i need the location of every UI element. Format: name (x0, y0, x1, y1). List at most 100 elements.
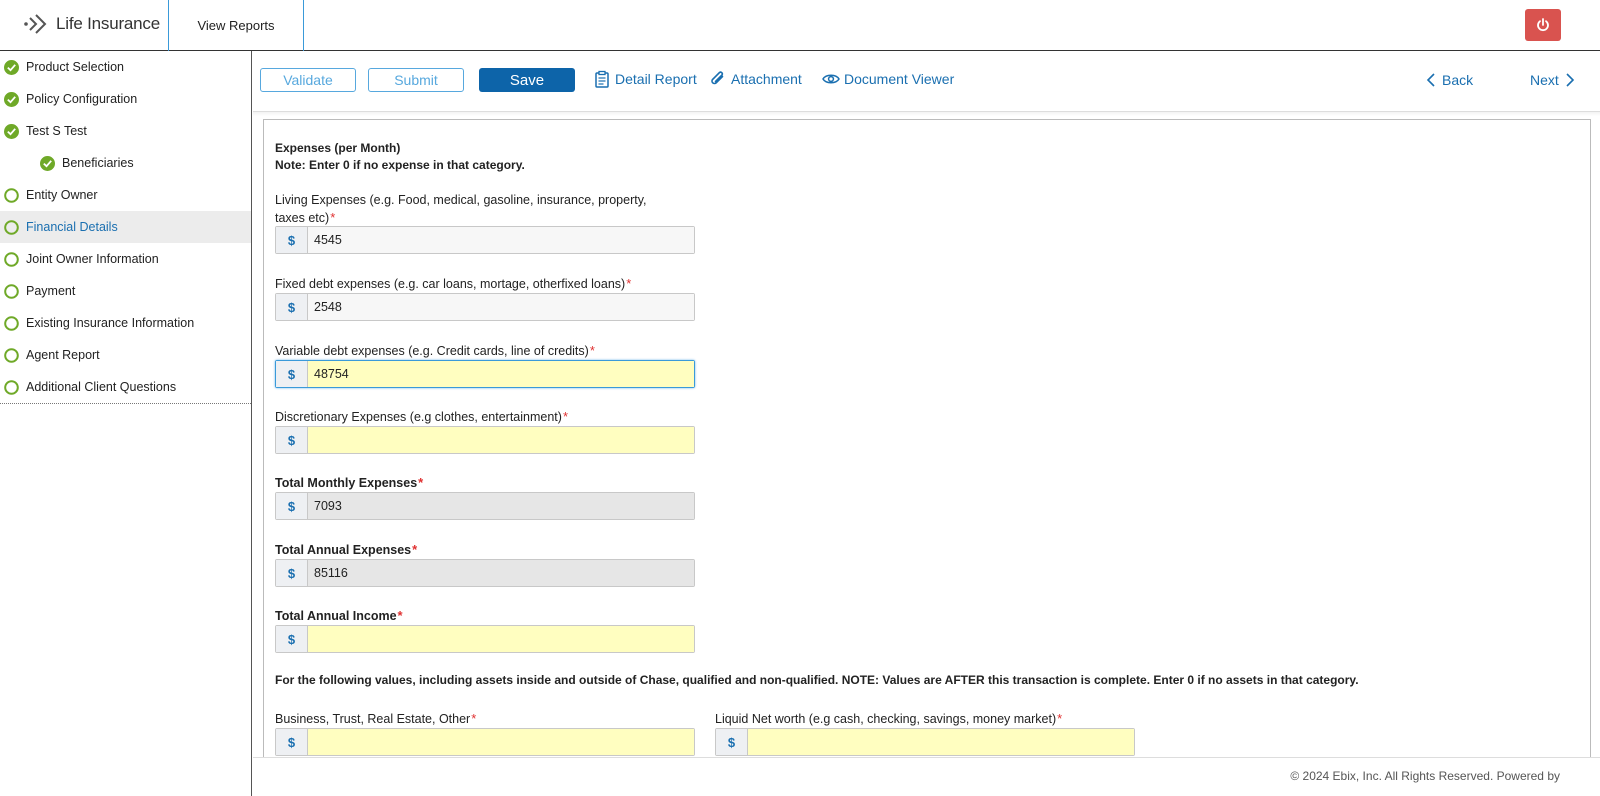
currency-addon: $ (716, 729, 748, 755)
footer: © 2024 Ebix, Inc. All Rights Reserved. P… (253, 757, 1600, 796)
tab-view-reports[interactable]: View Reports (168, 0, 304, 51)
total-annual-expenses-label: Total Annual Expenses* (275, 541, 695, 559)
empty-circle-icon (4, 283, 19, 299)
sidebar-item-label: Agent Report (26, 348, 100, 362)
sidebar-item-agent-report[interactable]: Agent Report (0, 339, 251, 371)
sidebar-item-label: Payment (26, 284, 76, 298)
logo-chevron-icon (24, 14, 47, 34)
business-trust-input[interactable] (308, 729, 694, 755)
submit-button[interactable]: Submit (368, 68, 464, 92)
document-viewer-link[interactable]: Document Viewer (822, 67, 954, 91)
total-monthly-label-text: Total Monthly Expenses (275, 476, 418, 490)
main-content: Validate Submit Save Detail Report Attac… (253, 51, 1600, 796)
detail-report-label: Detail Report (615, 71, 697, 87)
discretionary-label-text: Discretionary Expenses (e.g clothes, ent… (275, 410, 562, 424)
check-circle-icon (40, 155, 55, 171)
variable-debt-input[interactable] (308, 361, 694, 387)
section-note: Note: Enter 0 if no expense in that cate… (275, 158, 525, 172)
total-annual-expenses-input (308, 560, 694, 586)
eye-icon (822, 74, 840, 84)
attachment-link[interactable]: Attachment (709, 67, 802, 91)
sidebar-item-label: Entity Owner (26, 188, 98, 202)
fixed-debt-label-text: Fixed debt expenses (e.g. car loans, mor… (275, 277, 626, 291)
sidebar-nav: Product Selection Policy Configuration T… (0, 51, 252, 796)
detail-report-link[interactable]: Detail Report (593, 67, 697, 91)
sidebar-item-label: Test S Test (26, 124, 87, 138)
app-title: Life Insurance (56, 14, 160, 33)
variable-debt-label: Variable debt expenses (e.g. Credit card… (275, 342, 695, 360)
fixed-debt-input[interactable] (308, 294, 694, 320)
sidebar-item-label: Financial Details (26, 220, 118, 234)
footer-copyright: © 2024 Ebix, Inc. All Rights Reserved. P… (1290, 769, 1560, 783)
required-marker: * (562, 409, 569, 424)
business-trust-group: $ (275, 728, 695, 756)
top-header: Life Insurance View Reports (0, 0, 1600, 51)
app-logo[interactable]: Life Insurance (24, 10, 160, 38)
required-marker: * (397, 608, 403, 623)
living-expenses-input[interactable] (308, 227, 694, 253)
sidebar-item-label: Product Selection (26, 60, 124, 74)
sidebar-item-product-selection[interactable]: Product Selection (0, 51, 251, 83)
empty-circle-icon (4, 315, 19, 331)
sidebar-item-additional-client-questions[interactable]: Additional Client Questions (0, 371, 251, 403)
currency-addon: $ (276, 427, 308, 453)
empty-circle-icon (4, 347, 19, 363)
panel-divider (253, 111, 1600, 116)
attachment-label: Attachment (731, 71, 802, 87)
business-trust-label-text: Business, Trust, Real Estate, Other (275, 712, 471, 726)
fixed-debt-group: $ (275, 293, 695, 321)
total-annual-income-label: Total Annual Income* (275, 607, 695, 625)
sidebar-item-beneficiaries[interactable]: Beneficiaries (0, 147, 251, 179)
required-marker: * (412, 542, 418, 557)
currency-addon: $ (276, 560, 308, 586)
power-icon (1537, 18, 1549, 32)
sidebar-item-financial-details[interactable]: Financial Details (0, 211, 251, 243)
required-marker: * (471, 711, 477, 726)
empty-circle-icon (4, 379, 19, 395)
discretionary-input[interactable] (308, 427, 694, 453)
required-marker: * (589, 343, 595, 358)
empty-circle-icon (4, 219, 19, 235)
check-circle-icon (4, 59, 19, 75)
next-label: Next (1530, 72, 1559, 88)
currency-addon: $ (276, 493, 308, 519)
liquid-net-worth-label: Liquid Net worth (e.g cash, checking, sa… (715, 710, 1135, 728)
next-button[interactable]: Next (1530, 69, 1575, 91)
empty-circle-icon (4, 187, 19, 203)
total-annual-income-input[interactable] (308, 626, 694, 652)
sidebar-item-label: Joint Owner Information (26, 252, 159, 266)
document-viewer-label: Document Viewer (844, 71, 955, 87)
total-annual-expenses-group: $ (275, 559, 695, 587)
required-marker: * (1057, 711, 1063, 726)
discretionary-group: $ (275, 426, 695, 454)
save-button[interactable]: Save (479, 68, 575, 92)
total-annual-expenses-label-text: Total Annual Expenses (275, 543, 412, 557)
logout-button[interactable] (1525, 9, 1561, 41)
sidebar-item-test-s-test[interactable]: Test S Test (0, 115, 251, 147)
currency-addon: $ (276, 626, 308, 652)
check-circle-icon (4, 91, 19, 107)
total-monthly-input (308, 493, 694, 519)
fixed-debt-label: Fixed debt expenses (e.g. car loans, mor… (275, 275, 695, 293)
sidebar-item-existing-insurance-information[interactable]: Existing Insurance Information (0, 307, 251, 339)
sidebar-item-label: Beneficiaries (62, 156, 134, 170)
discretionary-label: Discretionary Expenses (e.g clothes, ent… (275, 408, 695, 426)
currency-addon: $ (276, 729, 308, 755)
total-annual-income-group: $ (275, 625, 695, 653)
back-button[interactable]: Back (1426, 69, 1473, 91)
living-expenses-group: $ (275, 226, 695, 254)
section-title: Expenses (per Month) (275, 141, 401, 155)
required-marker: * (626, 276, 632, 291)
sidebar-item-label: Policy Configuration (26, 92, 138, 106)
currency-addon: $ (276, 361, 308, 387)
liquid-net-worth-input[interactable] (748, 729, 1134, 755)
business-trust-label: Business, Trust, Real Estate, Other* (275, 710, 695, 728)
total-monthly-label: Total Monthly Expenses* (275, 474, 695, 492)
sidebar-item-payment[interactable]: Payment (0, 275, 251, 307)
sidebar-item-policy-configuration[interactable]: Policy Configuration (0, 83, 251, 115)
validate-button[interactable]: Validate (260, 68, 356, 92)
sidebar-item-entity-owner[interactable]: Entity Owner (0, 179, 251, 211)
empty-circle-icon (4, 251, 19, 267)
sidebar-item-joint-owner-information[interactable]: Joint Owner Information (0, 243, 251, 275)
financial-details-panel: Expenses (per Month) Note: Enter 0 if no… (263, 119, 1591, 796)
